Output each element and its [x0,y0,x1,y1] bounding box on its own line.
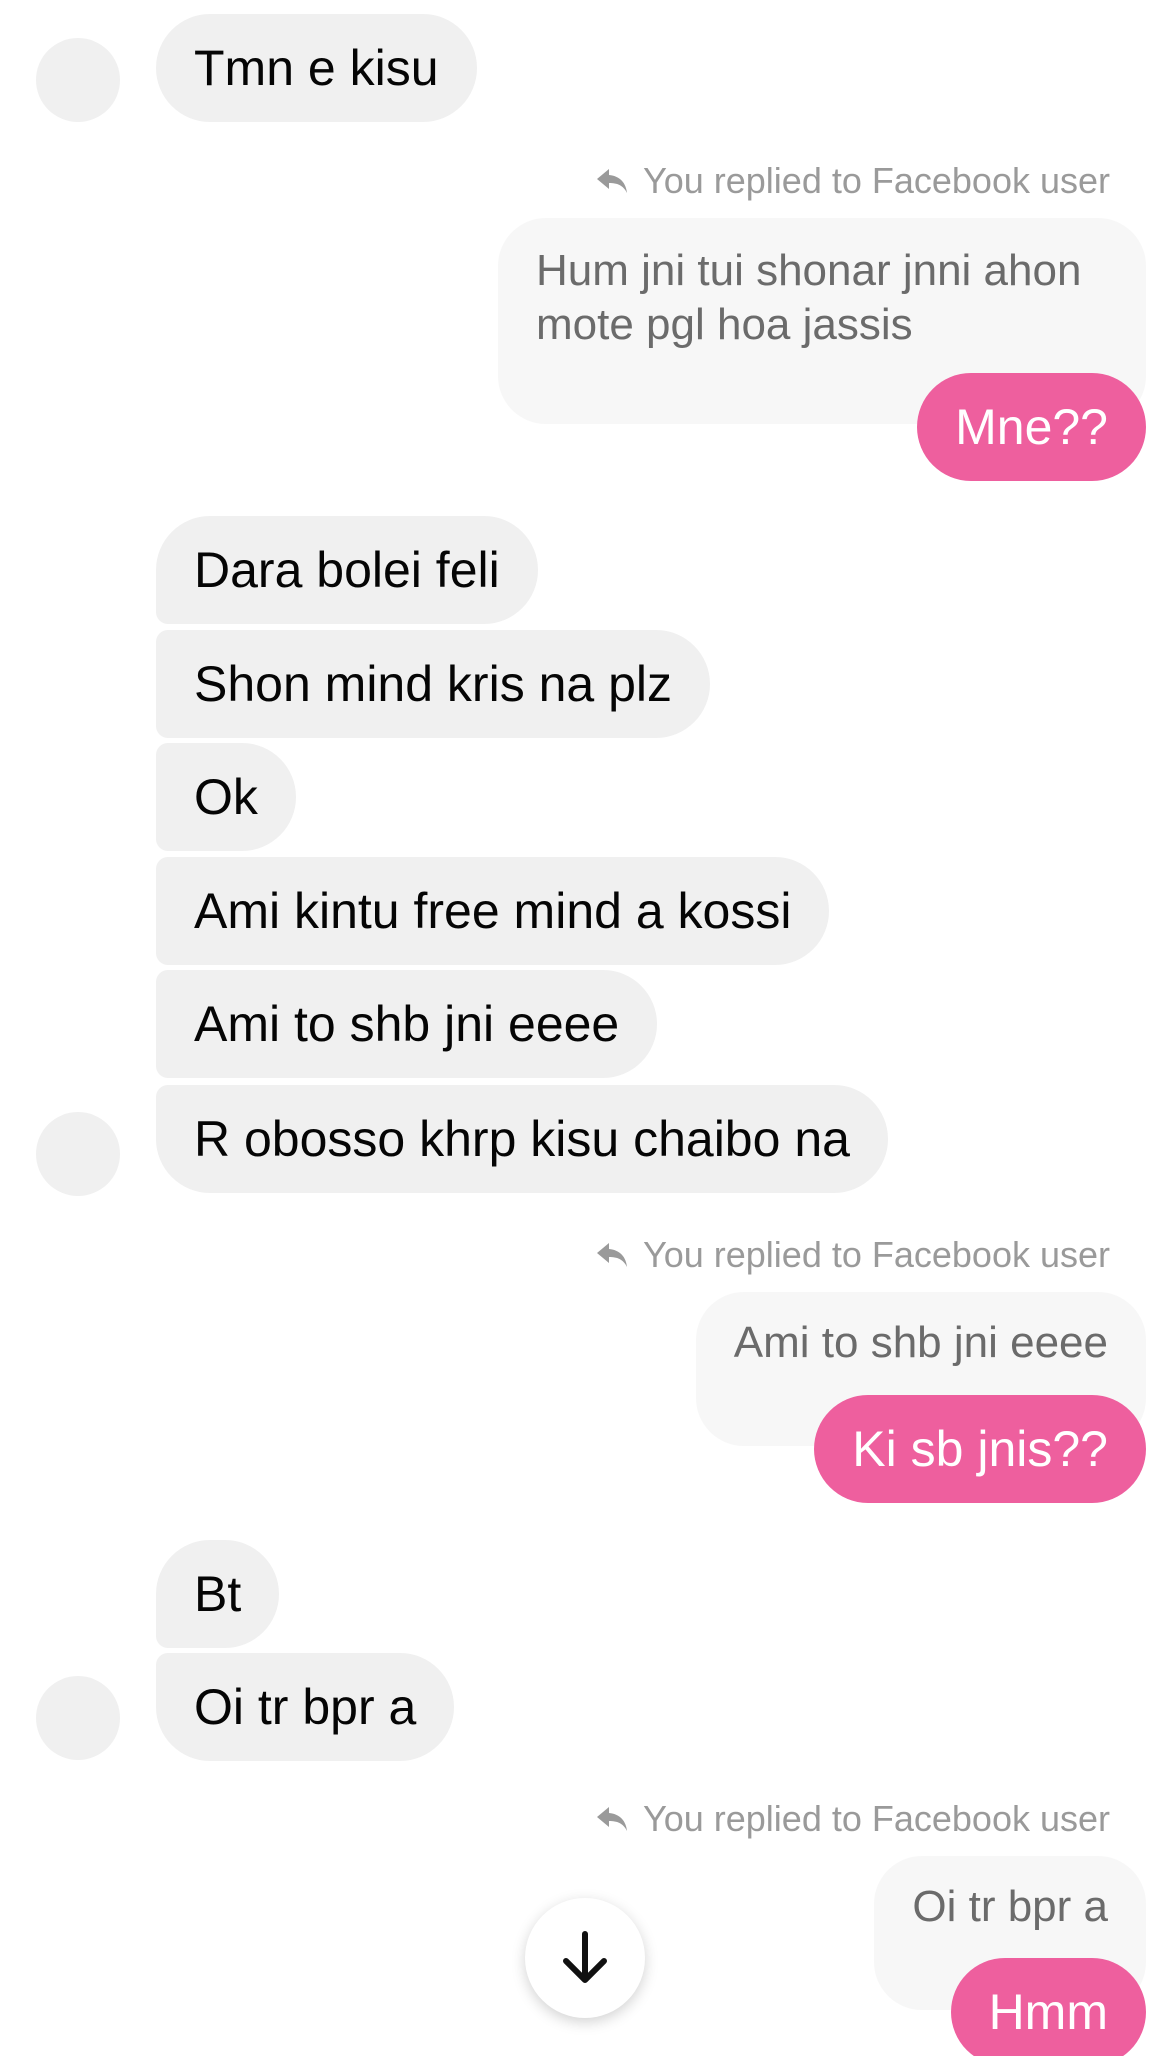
incoming-message[interactable]: Oi tr bpr a [156,1653,455,1761]
reply-label-text: You replied to Facebook user [643,160,1110,201]
incoming-message[interactable]: Tmn e kisu [156,14,477,122]
avatar[interactable] [36,1112,120,1196]
incoming-message[interactable]: Shon mind kris na plz [156,630,711,738]
scroll-to-bottom-button[interactable] [525,1898,645,2018]
reply-arrow-icon [597,169,628,193]
outgoing-message[interactable]: Hmm [950,1958,1146,2056]
reply-label-text: You replied to Facebook user [643,1234,1110,1275]
incoming-message[interactable]: Ok [156,743,296,851]
incoming-message[interactable]: Ami kintu free mind a kossi [156,857,830,965]
arrow-down-icon [563,1931,607,1983]
reply-label: You replied to Facebook user [595,1234,1110,1276]
incoming-message[interactable]: Bt [156,1540,280,1648]
reply-arrow-icon [597,1807,628,1831]
reply-label: You replied to Facebook user [595,1798,1110,1840]
avatar[interactable] [36,38,120,122]
avatar[interactable] [36,1676,120,1760]
outgoing-message[interactable]: Mne?? [917,373,1146,481]
incoming-message[interactable]: R obosso khrp kisu chaibo na [156,1085,888,1193]
reply-label: You replied to Facebook user [595,160,1110,202]
outgoing-message[interactable]: Ki sb jnis?? [814,1395,1146,1503]
reply-label-text: You replied to Facebook user [643,1798,1110,1839]
message-thread: Tmn e kisu You replied to Facebook user … [0,0,1170,2056]
incoming-message[interactable]: Ami to shb jni eeee [156,970,658,1078]
reply-arrow-icon [597,1243,628,1267]
incoming-message[interactable]: Dara bolei feli [156,516,538,624]
